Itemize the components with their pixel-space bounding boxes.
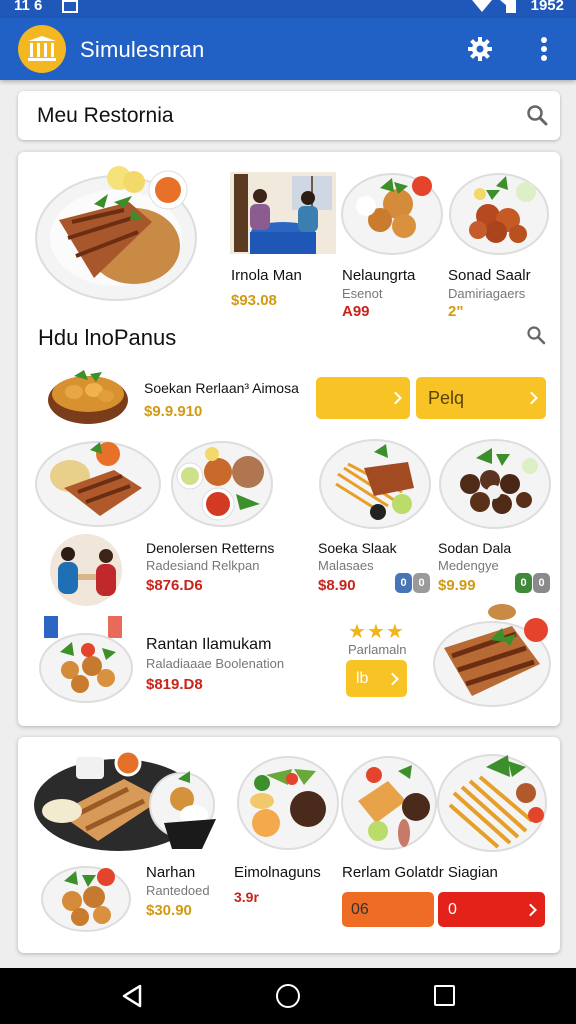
item-price: $8.90 <box>318 577 356 594</box>
add-button[interactable] <box>316 377 410 419</box>
search-title: Meu Restornia <box>37 104 174 127</box>
restaurant-photo[interactable] <box>230 172 336 254</box>
columns-icon <box>28 36 56 61</box>
quantity-button[interactable]: 06 <box>342 892 434 927</box>
chevron-right-icon <box>389 391 402 405</box>
status-time-left: 11 6 <box>14 0 43 14</box>
menu-card: Irnola Man $93.08 Nelaungrta Esenot A99 … <box>18 152 560 726</box>
badge-icon: 0 <box>515 573 532 593</box>
item-price: $819.D8 <box>146 676 203 693</box>
status-time-right: 1952 <box>530 0 564 14</box>
gear-icon[interactable] <box>466 35 494 63</box>
chevron-right-icon <box>386 672 399 685</box>
dish-image[interactable] <box>34 436 162 528</box>
item-name: Rerlam Golatdr Siagian <box>342 864 498 881</box>
dish-image[interactable] <box>318 434 432 530</box>
item-sub: Malasaes <box>318 558 374 573</box>
top-item-name: Nelaungrta <box>342 267 416 284</box>
action-button[interactable]: lb <box>346 660 407 697</box>
top-item-sub: Esenot <box>342 286 383 301</box>
dish-image[interactable] <box>46 364 130 428</box>
top-item-sub: Damiriagaers <box>448 286 526 301</box>
featured-card: Narhan Rantedoed $30.90 Eimolnaguns 3.9r… <box>18 737 560 953</box>
app-logo[interactable] <box>18 25 66 73</box>
dish-image[interactable] <box>448 168 550 258</box>
badge-icon: 0 <box>395 573 412 593</box>
dish-image[interactable] <box>40 857 132 933</box>
item-sub: Radesiand Relkpan <box>146 558 260 573</box>
item-name: Rantan Ilamukam <box>146 636 272 653</box>
chevron-right-icon <box>524 903 537 916</box>
featured-dish-image[interactable] <box>34 160 204 305</box>
order-button[interactable]: 0 <box>438 892 545 927</box>
platter-image[interactable] <box>32 749 216 853</box>
badge-icon: 0 <box>413 573 430 593</box>
people-photo[interactable] <box>44 534 128 606</box>
top-item-price: $93.08 <box>231 292 277 309</box>
wifi-icon <box>472 0 492 12</box>
top-item-name: Irnola Man <box>231 267 302 284</box>
top-item-name: Sonad Saalr <box>448 267 531 284</box>
app-title: Simulesnran <box>80 37 205 62</box>
top-item-price: A99 <box>342 303 370 320</box>
item-sub: Rantedoed <box>146 883 210 898</box>
system-nav-bar <box>0 968 576 1024</box>
more-vert-icon[interactable] <box>532 35 556 63</box>
battery-icon <box>506 0 516 13</box>
item-price: $9.99 <box>438 577 476 594</box>
item-price: $30.90 <box>146 902 192 919</box>
item-sub: Medengye <box>438 558 499 573</box>
item-name: Narhan <box>146 864 196 881</box>
item-price: $9.9.910 <box>144 403 203 420</box>
dish-image[interactable] <box>340 166 444 258</box>
quantity-button-label: 06 <box>351 900 369 918</box>
dish-image[interactable] <box>340 753 438 851</box>
status-bar: 11 6 1952 <box>0 0 576 18</box>
search-bar[interactable]: Meu Restornia <box>18 91 560 140</box>
section-title: Hdu lnoPanus <box>38 325 177 350</box>
item-name: Denolersen Retterns <box>146 540 275 556</box>
badge-icon: 0 <box>533 573 550 593</box>
item-name: Sodan Dala <box>438 540 512 556</box>
item-name: Soekan Rerlaan³ Aimosa <box>144 380 299 396</box>
star-icon: ★ <box>385 619 404 643</box>
help-button[interactable]: Pelq <box>416 377 546 419</box>
rating-label: Parlamaln <box>348 642 407 657</box>
dish-image[interactable] <box>170 436 274 528</box>
home-circle-icon[interactable] <box>276 984 300 1008</box>
rating-stars: ★★★ <box>348 619 405 643</box>
item-sub: Raladiaaae Boolenation <box>146 656 285 671</box>
item-name: Eimolnaguns <box>234 864 321 881</box>
chevron-right-icon <box>525 391 538 405</box>
item-price: $876.D6 <box>146 577 203 594</box>
help-button-label: Pelq <box>428 387 465 408</box>
dish-image[interactable] <box>436 749 548 853</box>
item-name: Soeka Slaak <box>318 540 397 556</box>
notification-icon <box>62 0 78 13</box>
top-item-price: 2" <box>448 303 464 320</box>
back-triangle-icon[interactable] <box>121 984 143 1008</box>
dish-image[interactable] <box>432 604 552 710</box>
dish-image[interactable] <box>36 612 136 704</box>
order-button-label: 0 <box>448 900 457 918</box>
action-button-label: lb <box>356 669 369 687</box>
recents-square-icon[interactable] <box>434 985 455 1006</box>
app-bar: Simulesnran <box>0 18 576 80</box>
star-icon: ★ <box>348 619 366 643</box>
item-price: 3.9r <box>234 889 259 905</box>
dish-image[interactable] <box>236 753 340 851</box>
star-icon: ★ <box>366 619 385 643</box>
dish-image[interactable] <box>438 434 552 530</box>
search-icon[interactable] <box>526 104 548 126</box>
search-icon[interactable] <box>526 325 546 345</box>
